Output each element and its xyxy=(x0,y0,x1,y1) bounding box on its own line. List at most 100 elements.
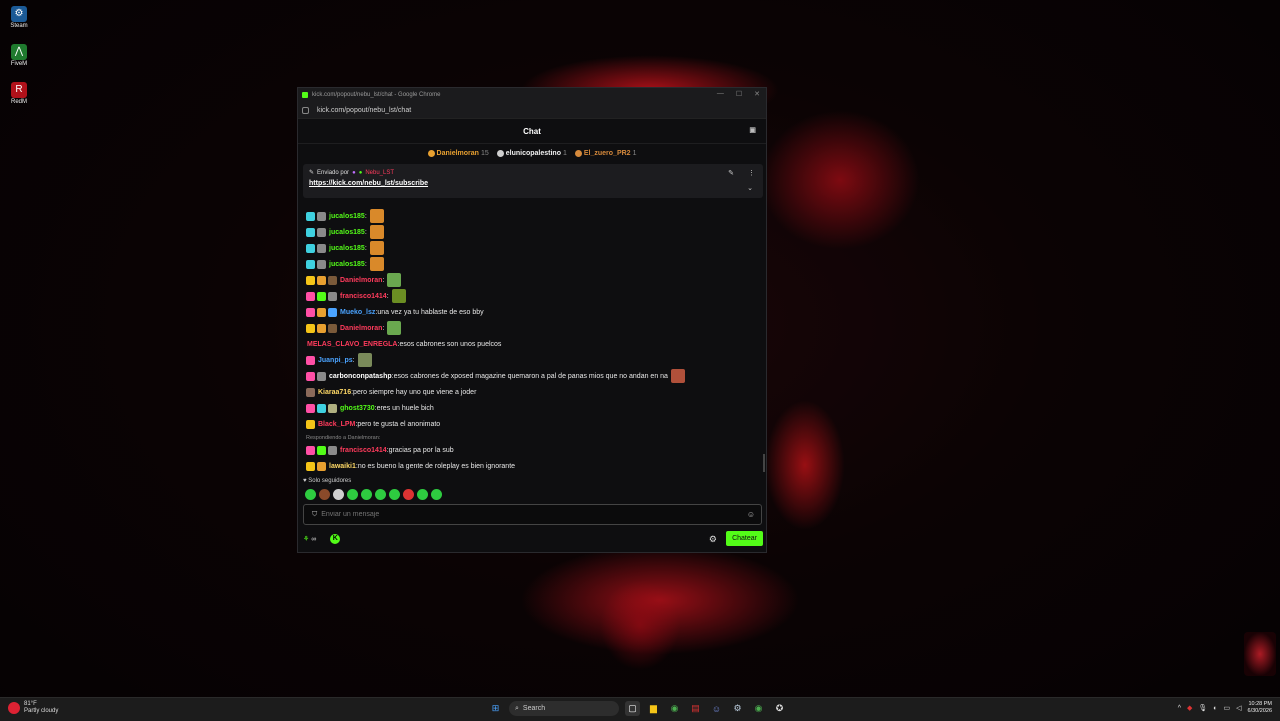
kick-logo-icon[interactable]: K xyxy=(330,534,341,544)
user-badge-icon xyxy=(306,461,315,471)
chat-username[interactable]: francisco1414 xyxy=(340,293,387,300)
chat-emote[interactable] xyxy=(391,289,406,303)
close-button[interactable]: ✕ xyxy=(754,90,760,98)
chat-username[interactable]: francisco1414 xyxy=(340,447,387,454)
browser-window: kick.com/popout/nebu_lst/chat - Google C… xyxy=(297,87,767,553)
chat-username[interactable]: jucalos185 xyxy=(329,245,365,252)
start-button[interactable]: ⊞ xyxy=(488,701,503,716)
user-badge-icon xyxy=(317,461,326,471)
window-titlebar[interactable]: kick.com/popout/nebu_lst/chat - Google C… xyxy=(298,88,766,102)
quick-emote[interactable] xyxy=(333,489,344,500)
more-options-icon[interactable]: ⋮ xyxy=(748,169,755,177)
gift-icon[interactable]: ▣ xyxy=(749,126,756,134)
quick-emote[interactable] xyxy=(305,489,316,500)
unpin-icon[interactable]: ✎ xyxy=(728,169,734,177)
weather-widget[interactable]: 81°F Partly cloudy xyxy=(8,701,58,715)
chat-emote[interactable] xyxy=(387,273,402,287)
chat-emote[interactable] xyxy=(369,257,384,271)
quick-emote[interactable] xyxy=(403,489,414,500)
address-bar[interactable]: kick.com/popout/nebu_lst/chat xyxy=(298,102,766,119)
pinned-link[interactable]: https://kick.com/nebu_lst/subscribe xyxy=(309,180,757,187)
reply-note[interactable]: Respondiendo a Danielmoran: xyxy=(306,433,758,442)
gifter-item[interactable]: elunicopalestino 1 xyxy=(496,149,567,157)
window-title: kick.com/popout/nebu_lst/chat - Google C… xyxy=(312,92,441,98)
wallpaper-glow xyxy=(520,545,800,655)
desktop-icon-redm[interactable]: R RedM xyxy=(6,82,32,105)
chat-username[interactable]: Danielmoran xyxy=(340,325,382,332)
minimize-button[interactable]: — xyxy=(717,90,724,98)
gifter-item[interactable]: Danielmoran 15 xyxy=(427,149,489,157)
clock[interactable]: 10:28 PM 6/30/2026 xyxy=(1248,701,1272,715)
chat-username[interactable]: lawaiki1 xyxy=(329,463,356,470)
chat-text: no es bueno la gente de roleplay es bien… xyxy=(357,462,516,470)
send-chat-button[interactable]: Chatear xyxy=(726,531,763,546)
message-input[interactable] xyxy=(317,510,747,519)
file-explorer-icon[interactable]: ▆ xyxy=(646,701,661,716)
chat-username[interactable]: jucalos185 xyxy=(329,261,365,268)
steam-taskbar-icon[interactable]: ⚙ xyxy=(730,701,745,716)
user-badge-icon xyxy=(317,403,326,413)
maximize-button[interactable]: ☐ xyxy=(736,90,742,98)
chat-username[interactable]: Mueko_lsz xyxy=(340,309,375,316)
user-badge-icon xyxy=(317,243,326,253)
app-icon[interactable]: ▤ xyxy=(688,701,703,716)
chat-message: Danielmoran: xyxy=(306,272,758,288)
user-badge-icon xyxy=(306,259,315,269)
emoji-picker-icon[interactable]: ☺ xyxy=(747,510,755,519)
chat-username[interactable]: ghost3730 xyxy=(340,405,375,412)
chat-emote[interactable] xyxy=(670,369,685,383)
settings-gear-icon[interactable]: ⚙ xyxy=(709,534,717,545)
chat-emote[interactable] xyxy=(369,241,384,255)
user-badge-icon xyxy=(317,227,326,237)
chat-username[interactable]: jucalos185 xyxy=(329,229,365,236)
chat-username[interactable]: Kiaraa716 xyxy=(318,389,351,396)
chat-message: ghost3730: eres un huele bich xyxy=(306,400,758,416)
chat-username[interactable]: Danielmoran xyxy=(340,277,382,284)
network-icon[interactable]: ◐ xyxy=(1213,705,1217,712)
gifter-item[interactable]: El_zuero_PR2 1 xyxy=(574,149,636,157)
quick-emote[interactable] xyxy=(375,489,386,500)
chat-username[interactable]: Black_LPM xyxy=(318,421,355,428)
quick-emote[interactable] xyxy=(319,489,330,500)
clock-date: 6/30/2026 xyxy=(1247,708,1272,714)
chat-username[interactable]: jucalos185 xyxy=(329,213,365,220)
quick-emote[interactable] xyxy=(389,489,400,500)
pinned-sender[interactable]: Nebu_LST xyxy=(365,170,394,176)
quick-emote[interactable] xyxy=(431,489,442,500)
desktop-icon-fivem[interactable]: ⋀ FiveM xyxy=(6,44,32,67)
chat-separator: : xyxy=(364,260,367,268)
channel-points[interactable]: ⚘ ∞ xyxy=(303,535,316,544)
tray-app-icon[interactable]: ◆ xyxy=(1187,704,1192,712)
task-view-icon[interactable]: ▢ xyxy=(625,701,640,716)
chat-scrollbar[interactable] xyxy=(763,454,765,472)
display-icon[interactable]: ▭ xyxy=(1224,704,1231,712)
chrome-icon[interactable]: ◉ xyxy=(667,701,682,716)
chat-emote[interactable] xyxy=(369,225,384,239)
quick-emote[interactable] xyxy=(417,489,428,500)
message-input-box[interactable]: ⛉ ☺ xyxy=(303,504,762,525)
chat-emote[interactable] xyxy=(357,353,372,367)
microphone-icon[interactable]: 🎙 xyxy=(1198,704,1207,712)
desktop-icon-steam[interactable]: ⚙ Steam xyxy=(6,6,32,29)
quick-emote[interactable] xyxy=(347,489,358,500)
url-text[interactable]: kick.com/popout/nebu_lst/chat xyxy=(317,107,411,114)
taskbar-search[interactable]: ⌕ Search xyxy=(509,701,619,716)
chevron-up-icon[interactable]: ^ xyxy=(1178,705,1181,712)
speaker-icon[interactable]: ◁ xyxy=(1236,704,1241,712)
app-icon-2[interactable]: ✪ xyxy=(772,701,787,716)
chat-emote[interactable] xyxy=(387,321,402,335)
quick-emote-bar xyxy=(305,489,442,500)
chat-username[interactable]: MELAS_CLAVO_ENREGLA xyxy=(307,341,398,348)
user-badge-icon xyxy=(328,403,337,413)
chat-emote[interactable] xyxy=(369,209,384,223)
chat-message: jucalos185: xyxy=(306,208,758,224)
chevron-down-icon[interactable]: ⌄ xyxy=(747,184,753,192)
chat-username[interactable]: carbonconpatashp xyxy=(329,373,392,380)
wallpaper-glow xyxy=(600,580,680,670)
chrome-active-icon[interactable]: ◉ xyxy=(751,701,766,716)
quick-emote[interactable] xyxy=(361,489,372,500)
discord-icon[interactable]: ☺ xyxy=(709,701,724,716)
site-info-icon[interactable] xyxy=(302,106,309,114)
chat-message: carbonconpatashp: esos cabrones de xpose… xyxy=(306,368,758,384)
chat-username[interactable]: Juanpi_ps xyxy=(318,357,353,364)
